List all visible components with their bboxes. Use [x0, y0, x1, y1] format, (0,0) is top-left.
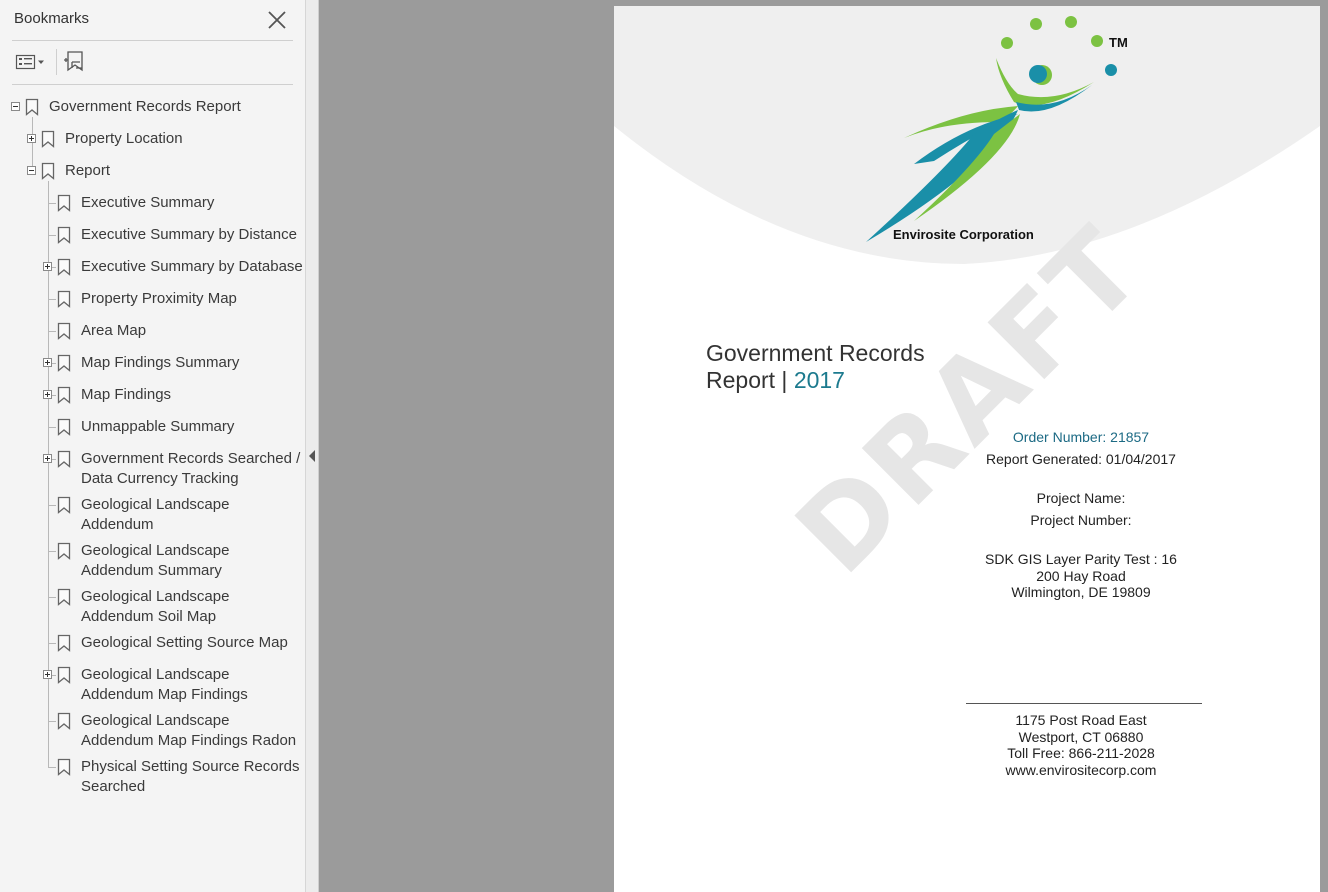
footer-phone: Toll Free: 866-211-2028 — [1007, 745, 1155, 761]
bookmark-tree: Government Records Report Property Locati… — [0, 0, 306, 892]
bookmark-icon — [41, 130, 55, 148]
company-name: Envirosite Corporation — [893, 227, 1034, 242]
report-title-word: Report — [706, 367, 776, 393]
tree-connector — [32, 117, 33, 171]
site-city: Wilmington, DE 19809 — [1011, 584, 1151, 600]
bookmark-icon — [57, 758, 71, 776]
bookmark-label-continued[interactable]: Data Currency Tracking — [81, 469, 239, 489]
bookmark-icon — [25, 98, 39, 116]
bookmark-label[interactable]: Geological Landscape — [81, 495, 229, 515]
bookmark-label[interactable]: Report — [65, 161, 110, 181]
bookmark-icon — [57, 386, 71, 404]
title-separator: | — [775, 367, 794, 393]
site-address: 200 Hay Road — [1036, 568, 1126, 584]
trademark-symbol: TM — [1109, 35, 1128, 50]
footer-city: Westport, CT 06880 — [1018, 729, 1144, 745]
expand-toggle-icon[interactable] — [43, 454, 52, 463]
footer-address: 1175 Post Road East — [1015, 712, 1147, 728]
bookmarks-panel: Bookmarks Government Records Report Prope… — [0, 0, 306, 892]
bookmark-label[interactable]: Geological Landscape — [81, 665, 229, 685]
bookmark-icon — [57, 194, 71, 212]
report-generated: Report Generated: 01/04/2017 — [986, 451, 1176, 467]
bookmark-label[interactable]: Executive Summary — [81, 193, 214, 213]
tree-connector — [48, 597, 56, 598]
project-name: Project Name: — [1036, 490, 1126, 506]
bookmark-label[interactable]: Property Location — [65, 129, 183, 149]
expand-toggle-icon[interactable] — [43, 390, 52, 399]
bookmark-label[interactable]: Physical Setting Source Records — [81, 757, 299, 777]
bookmark-label-continued[interactable]: Addendum — [81, 515, 154, 535]
bookmark-label-continued[interactable]: Searched — [81, 777, 145, 797]
bookmark-label-continued[interactable]: Addendum Map Findings — [81, 685, 248, 705]
site-name: SDK GIS Layer Parity Test : 16 — [985, 551, 1177, 567]
tree-connector — [48, 203, 56, 204]
expand-toggle-icon[interactable] — [27, 134, 36, 143]
tree-connector — [48, 767, 56, 768]
bookmark-label[interactable]: Property Proximity Map — [81, 289, 237, 309]
bookmark-label[interactable]: Government Records Report — [49, 97, 241, 117]
bookmark-label[interactable]: Geological Landscape — [81, 541, 229, 561]
document-page: TM Envirosite Corporation DRAFT Governme… — [614, 6, 1320, 892]
order-number: Order Number: 21857 — [1012, 429, 1150, 445]
bookmark-icon — [57, 354, 71, 372]
bookmark-label[interactable]: Geological Setting Source Map — [81, 633, 288, 653]
tree-connector — [48, 721, 56, 722]
tree-connector — [48, 643, 56, 644]
bookmark-icon — [57, 290, 71, 308]
bookmark-label[interactable]: Geological Landscape — [81, 711, 229, 731]
project-number: Project Number: — [1030, 512, 1132, 528]
bookmark-icon — [57, 322, 71, 340]
tree-connector — [48, 299, 56, 300]
bookmark-label[interactable]: Unmappable Summary — [81, 417, 234, 437]
collapse-toggle-icon[interactable] — [27, 166, 36, 175]
bookmark-label[interactable]: Executive Summary by Database — [81, 257, 303, 277]
bookmark-icon — [57, 226, 71, 244]
tree-connector — [48, 427, 56, 428]
bookmark-icon — [57, 258, 71, 276]
bookmark-label-continued[interactable]: Addendum Map Findings Radon — [81, 731, 296, 751]
expand-toggle-icon[interactable] — [43, 262, 52, 271]
footer-divider — [966, 703, 1202, 704]
bookmark-label-continued[interactable]: Addendum Soil Map — [81, 607, 216, 627]
report-title-line2: Report | 2017 — [706, 367, 845, 394]
tree-connector — [48, 551, 56, 552]
tree-connector — [48, 235, 56, 236]
bookmark-icon — [57, 712, 71, 730]
tree-connector — [48, 331, 56, 332]
bookmark-icon — [57, 542, 71, 560]
bookmark-label[interactable]: Government Records Searched / — [81, 449, 300, 469]
bookmark-icon — [57, 588, 71, 606]
bookmark-icon — [41, 162, 55, 180]
collapse-toggle-icon[interactable] — [11, 102, 20, 111]
bookmark-label[interactable]: Geological Landscape — [81, 587, 229, 607]
bookmark-icon — [57, 666, 71, 684]
collapse-panel-icon[interactable] — [309, 450, 315, 462]
bookmark-label-continued[interactable]: Addendum Summary — [81, 561, 222, 581]
bookmark-icon — [57, 496, 71, 514]
bookmark-icon — [57, 418, 71, 436]
footer-website: www.envirositecorp.com — [1005, 762, 1157, 778]
bookmark-icon — [57, 450, 71, 468]
panel-splitter[interactable] — [306, 0, 319, 892]
report-title-line1: Government Records — [706, 340, 925, 366]
tree-connector — [48, 505, 56, 506]
bookmark-label[interactable]: Map Findings — [81, 385, 171, 405]
bookmark-icon — [57, 634, 71, 652]
report-year: 2017 — [793, 367, 845, 393]
bookmark-label[interactable]: Area Map — [81, 321, 146, 341]
bookmark-label[interactable]: Executive Summary by Distance — [81, 225, 297, 245]
bookmark-label[interactable]: Map Findings Summary — [81, 353, 239, 373]
expand-toggle-icon[interactable] — [43, 358, 52, 367]
expand-toggle-icon[interactable] — [43, 670, 52, 679]
